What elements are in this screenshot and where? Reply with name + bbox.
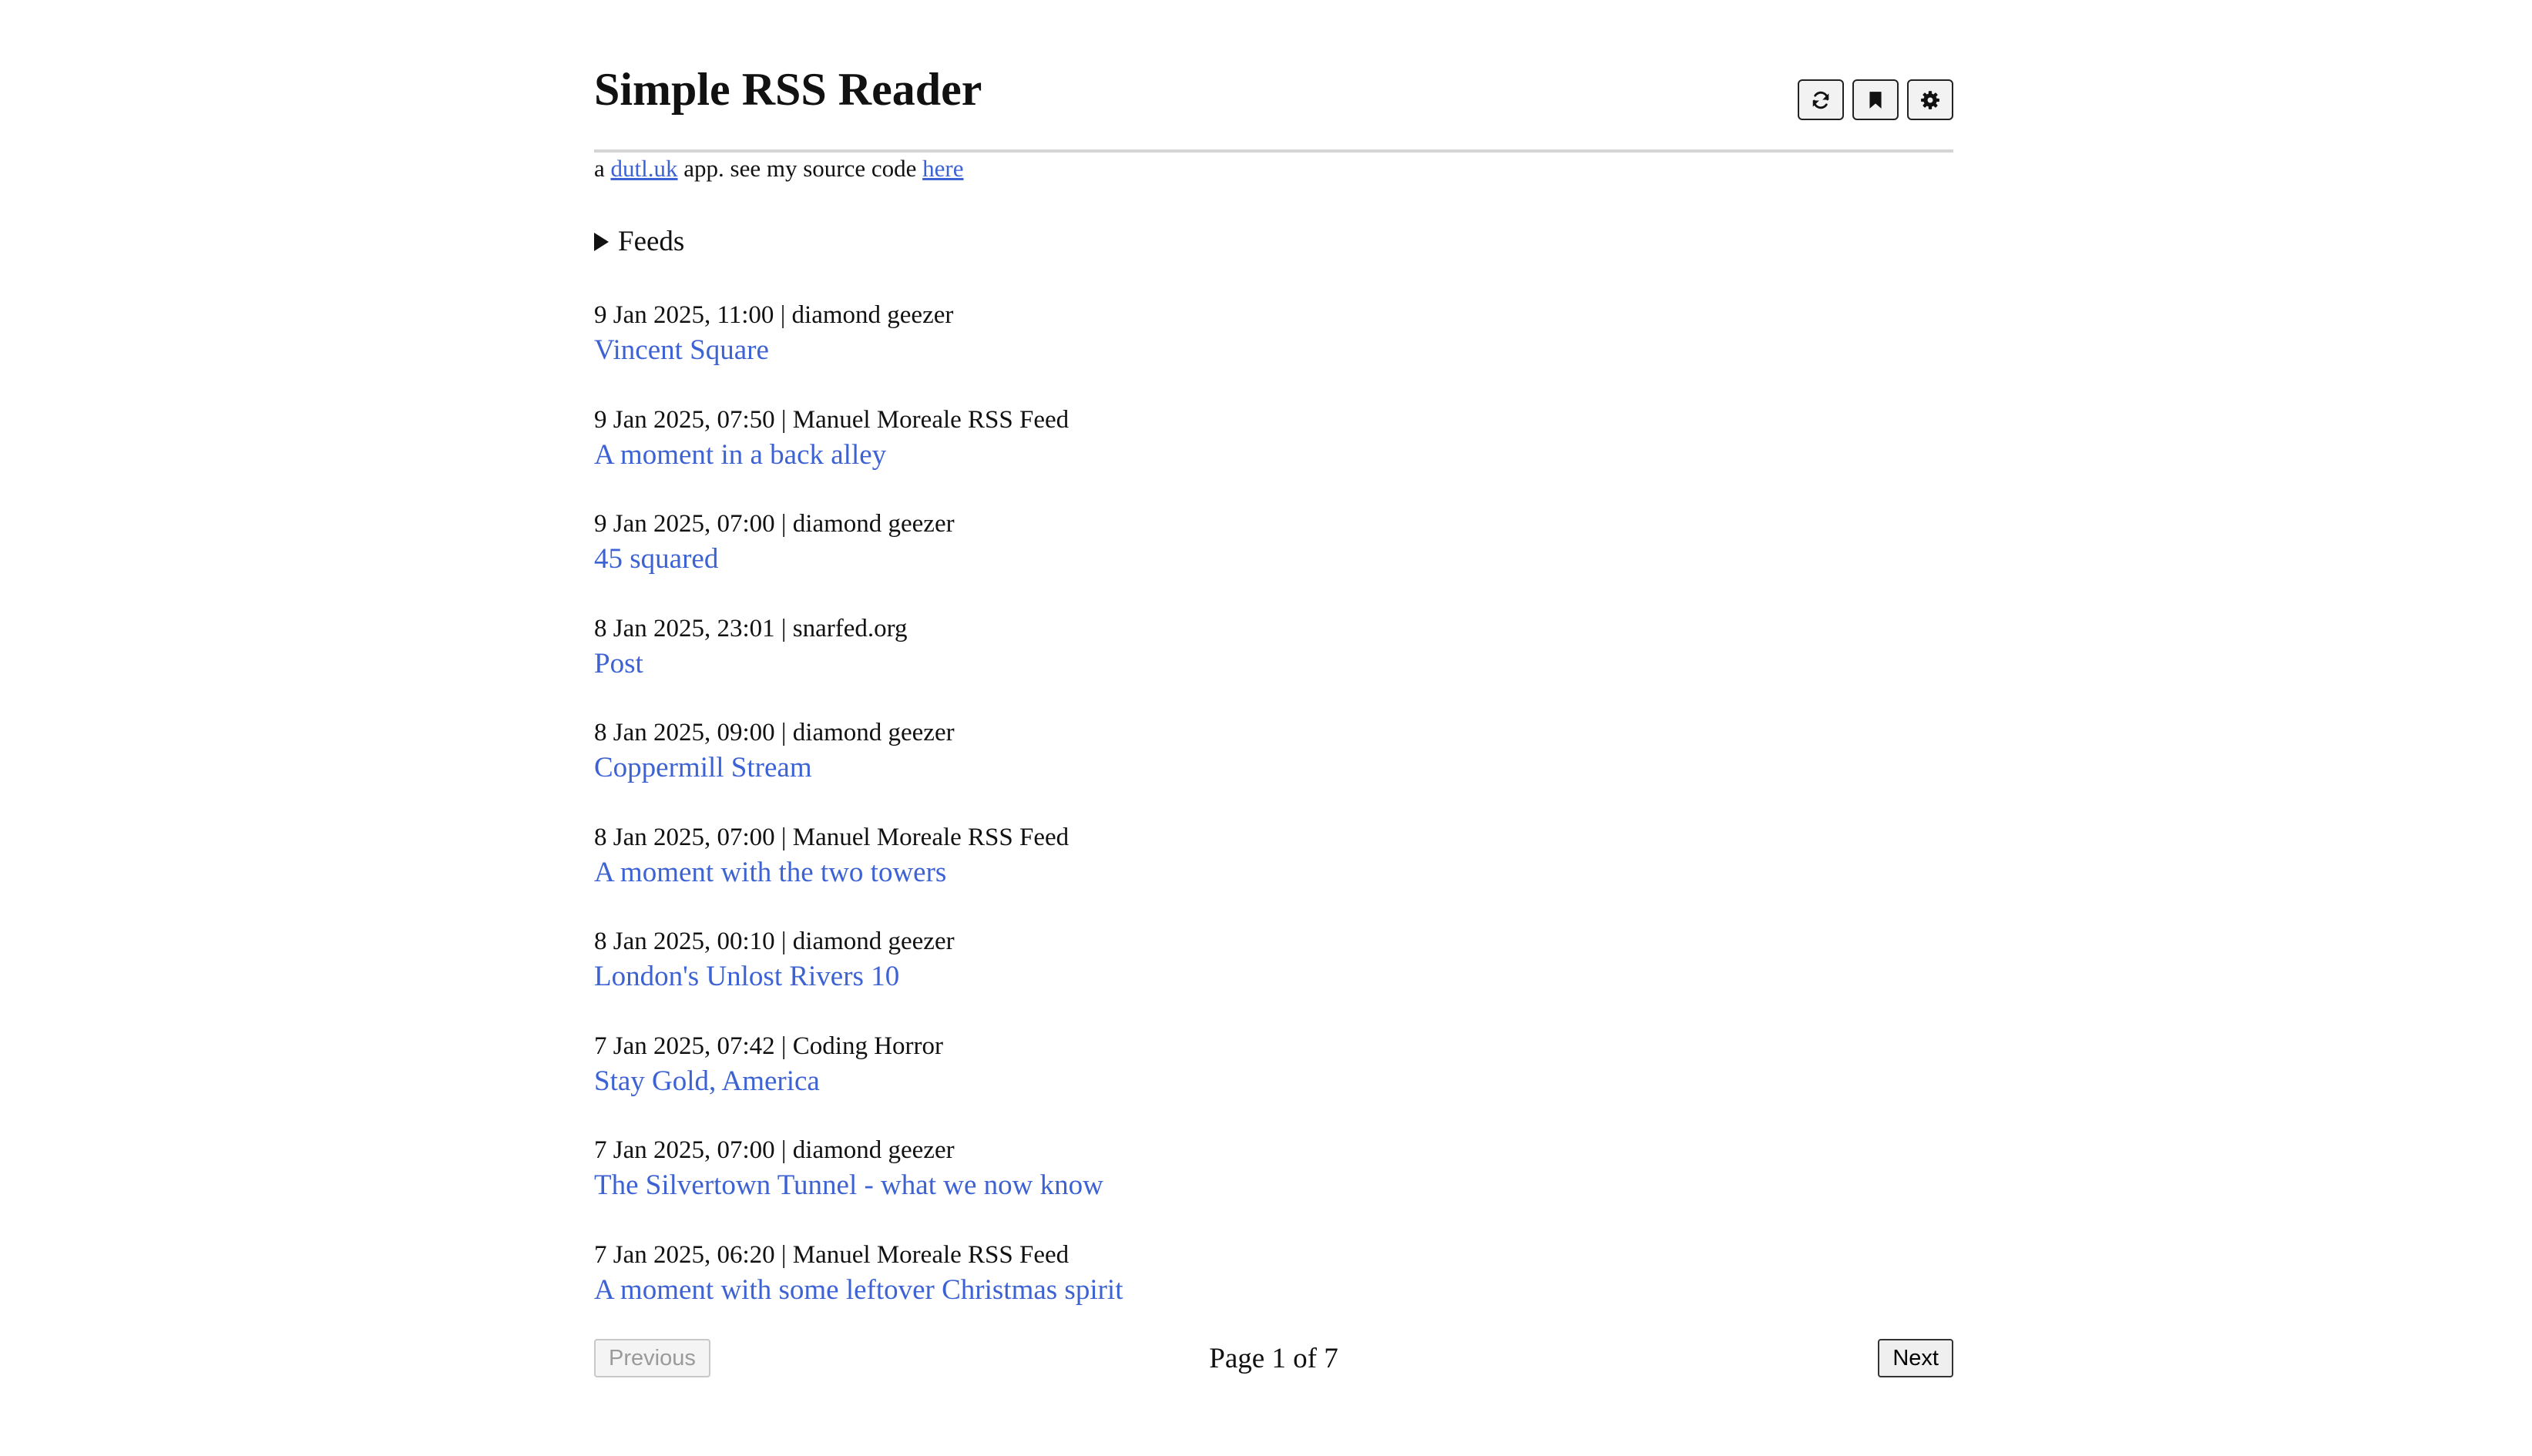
- list-item: 9 Jan 2025, 07:50 | Manuel Moreale RSS F…: [594, 402, 1953, 507]
- item-date: 8 Jan 2025, 00:10: [594, 928, 775, 955]
- item-date: 7 Jan 2025, 07:42: [594, 1032, 775, 1060]
- item-source: diamond geezer: [791, 301, 954, 329]
- item-source: diamond geezer: [792, 510, 955, 538]
- list-item: 9 Jan 2025, 07:00 | diamond geezer 45 sq…: [594, 506, 1953, 611]
- item-source: diamond geezer: [792, 1136, 955, 1164]
- item-source: diamond geezer: [792, 928, 955, 955]
- toolbar: [1798, 79, 1953, 120]
- list-item: 9 Jan 2025, 11:00 | diamond geezer Vince…: [594, 297, 1953, 402]
- item-date: 7 Jan 2025, 06:20: [594, 1240, 775, 1269]
- header: Simple RSS Reader: [594, 0, 1953, 153]
- item-date: 9 Jan 2025, 11:00: [594, 301, 774, 329]
- item-title-link[interactable]: A moment with some leftover Christmas sp…: [594, 1273, 1123, 1308]
- gear-icon: [1921, 90, 1939, 109]
- item-title-link[interactable]: 45 squared: [594, 542, 718, 577]
- item-title-link[interactable]: Coppermill Stream: [594, 750, 812, 786]
- previous-button[interactable]: Previous: [594, 1339, 710, 1377]
- settings-button[interactable]: [1907, 79, 1953, 120]
- item-title-link[interactable]: Post: [594, 646, 643, 682]
- tagline-middle: app. see my source code: [677, 155, 923, 182]
- list-item: 7 Jan 2025, 07:42 | Coding Horror Stay G…: [594, 1028, 1953, 1133]
- list-item: 7 Jan 2025, 06:20 | Manuel Moreale RSS F…: [594, 1237, 1953, 1342]
- item-source: Manuel Moreale RSS Feed: [792, 823, 1070, 851]
- item-meta: 8 Jan 2025, 23:01 | snarfed.org: [594, 614, 908, 642]
- bookmarks-button[interactable]: [1852, 79, 1899, 120]
- item-meta: 7 Jan 2025, 07:42 | Coding Horror: [594, 1032, 944, 1060]
- list-item: 8 Jan 2025, 23:01 | snarfed.org Post: [594, 611, 1953, 716]
- feeds-label: Feeds: [618, 226, 685, 257]
- tagline: a dutl.uk app. see my source code here: [594, 154, 963, 183]
- page-indicator: Page 1 of 7: [1209, 1343, 1338, 1374]
- item-date: 9 Jan 2025, 07:50: [594, 405, 775, 434]
- list-item: 7 Jan 2025, 07:00 | diamond geezer The S…: [594, 1132, 1953, 1237]
- list-item: 8 Jan 2025, 00:10 | diamond geezer Londo…: [594, 924, 1953, 1028]
- refresh-button[interactable]: [1798, 79, 1844, 120]
- pagination: Previous Page 1 of 7 Next: [594, 1339, 1953, 1379]
- item-date: 8 Jan 2025, 07:00: [594, 823, 775, 851]
- item-meta: 8 Jan 2025, 00:10 | diamond geezer: [594, 928, 955, 955]
- app-container: Simple RSS Reader a dutl.uk app. see my …: [594, 0, 1953, 1377]
- source-code-link[interactable]: here: [922, 155, 963, 182]
- refresh-icon: [1812, 91, 1829, 109]
- item-meta: 8 Jan 2025, 09:00 | diamond geezer: [594, 719, 955, 746]
- next-button[interactable]: Next: [1878, 1339, 1953, 1377]
- feeds-toggle[interactable]: Feeds: [594, 225, 684, 258]
- list-item: 8 Jan 2025, 07:00 | Manuel Moreale RSS F…: [594, 820, 1953, 924]
- item-meta: 7 Jan 2025, 06:20 | Manuel Moreale RSS F…: [594, 1240, 1070, 1269]
- item-source: diamond geezer: [792, 719, 955, 746]
- article-list: 9 Jan 2025, 11:00 | diamond geezer Vince…: [594, 297, 1953, 1341]
- bookmark-icon: [1869, 91, 1882, 109]
- item-source: Manuel Moreale RSS Feed: [792, 405, 1070, 434]
- item-title-link[interactable]: A moment in a back alley: [594, 438, 886, 473]
- item-title-link[interactable]: London's Unlost Rivers 10: [594, 959, 899, 995]
- item-title-link[interactable]: Vincent Square: [594, 333, 769, 368]
- item-meta: 7 Jan 2025, 07:00 | diamond geezer: [594, 1136, 955, 1164]
- item-date: 8 Jan 2025, 09:00: [594, 719, 775, 746]
- item-date: 8 Jan 2025, 23:01: [594, 614, 775, 642]
- item-source: Manuel Moreale RSS Feed: [792, 1240, 1070, 1269]
- disclosure-triangle-icon: [594, 232, 609, 251]
- item-date: 9 Jan 2025, 07:00: [594, 510, 775, 538]
- dutl-link[interactable]: dutl.uk: [611, 155, 678, 182]
- item-meta: 9 Jan 2025, 07:50 | Manuel Moreale RSS F…: [594, 405, 1070, 434]
- list-item: 8 Jan 2025, 09:00 | diamond geezer Coppe…: [594, 715, 1953, 820]
- item-date: 7 Jan 2025, 07:00: [594, 1136, 775, 1164]
- item-meta: 9 Jan 2025, 07:00 | diamond geezer: [594, 510, 955, 538]
- page-title: Simple RSS Reader: [594, 64, 982, 115]
- item-source: snarfed.org: [792, 614, 908, 642]
- item-meta: 8 Jan 2025, 07:00 | Manuel Moreale RSS F…: [594, 823, 1070, 851]
- item-meta: 9 Jan 2025, 11:00 | diamond geezer: [594, 301, 954, 329]
- tagline-prefix: a: [594, 155, 611, 182]
- item-title-link[interactable]: A moment with the two towers: [594, 855, 946, 891]
- item-title-link[interactable]: The Silvertown Tunnel - what we now know: [594, 1168, 1103, 1203]
- item-source: Coding Horror: [792, 1032, 944, 1060]
- item-title-link[interactable]: Stay Gold, America: [594, 1064, 820, 1099]
